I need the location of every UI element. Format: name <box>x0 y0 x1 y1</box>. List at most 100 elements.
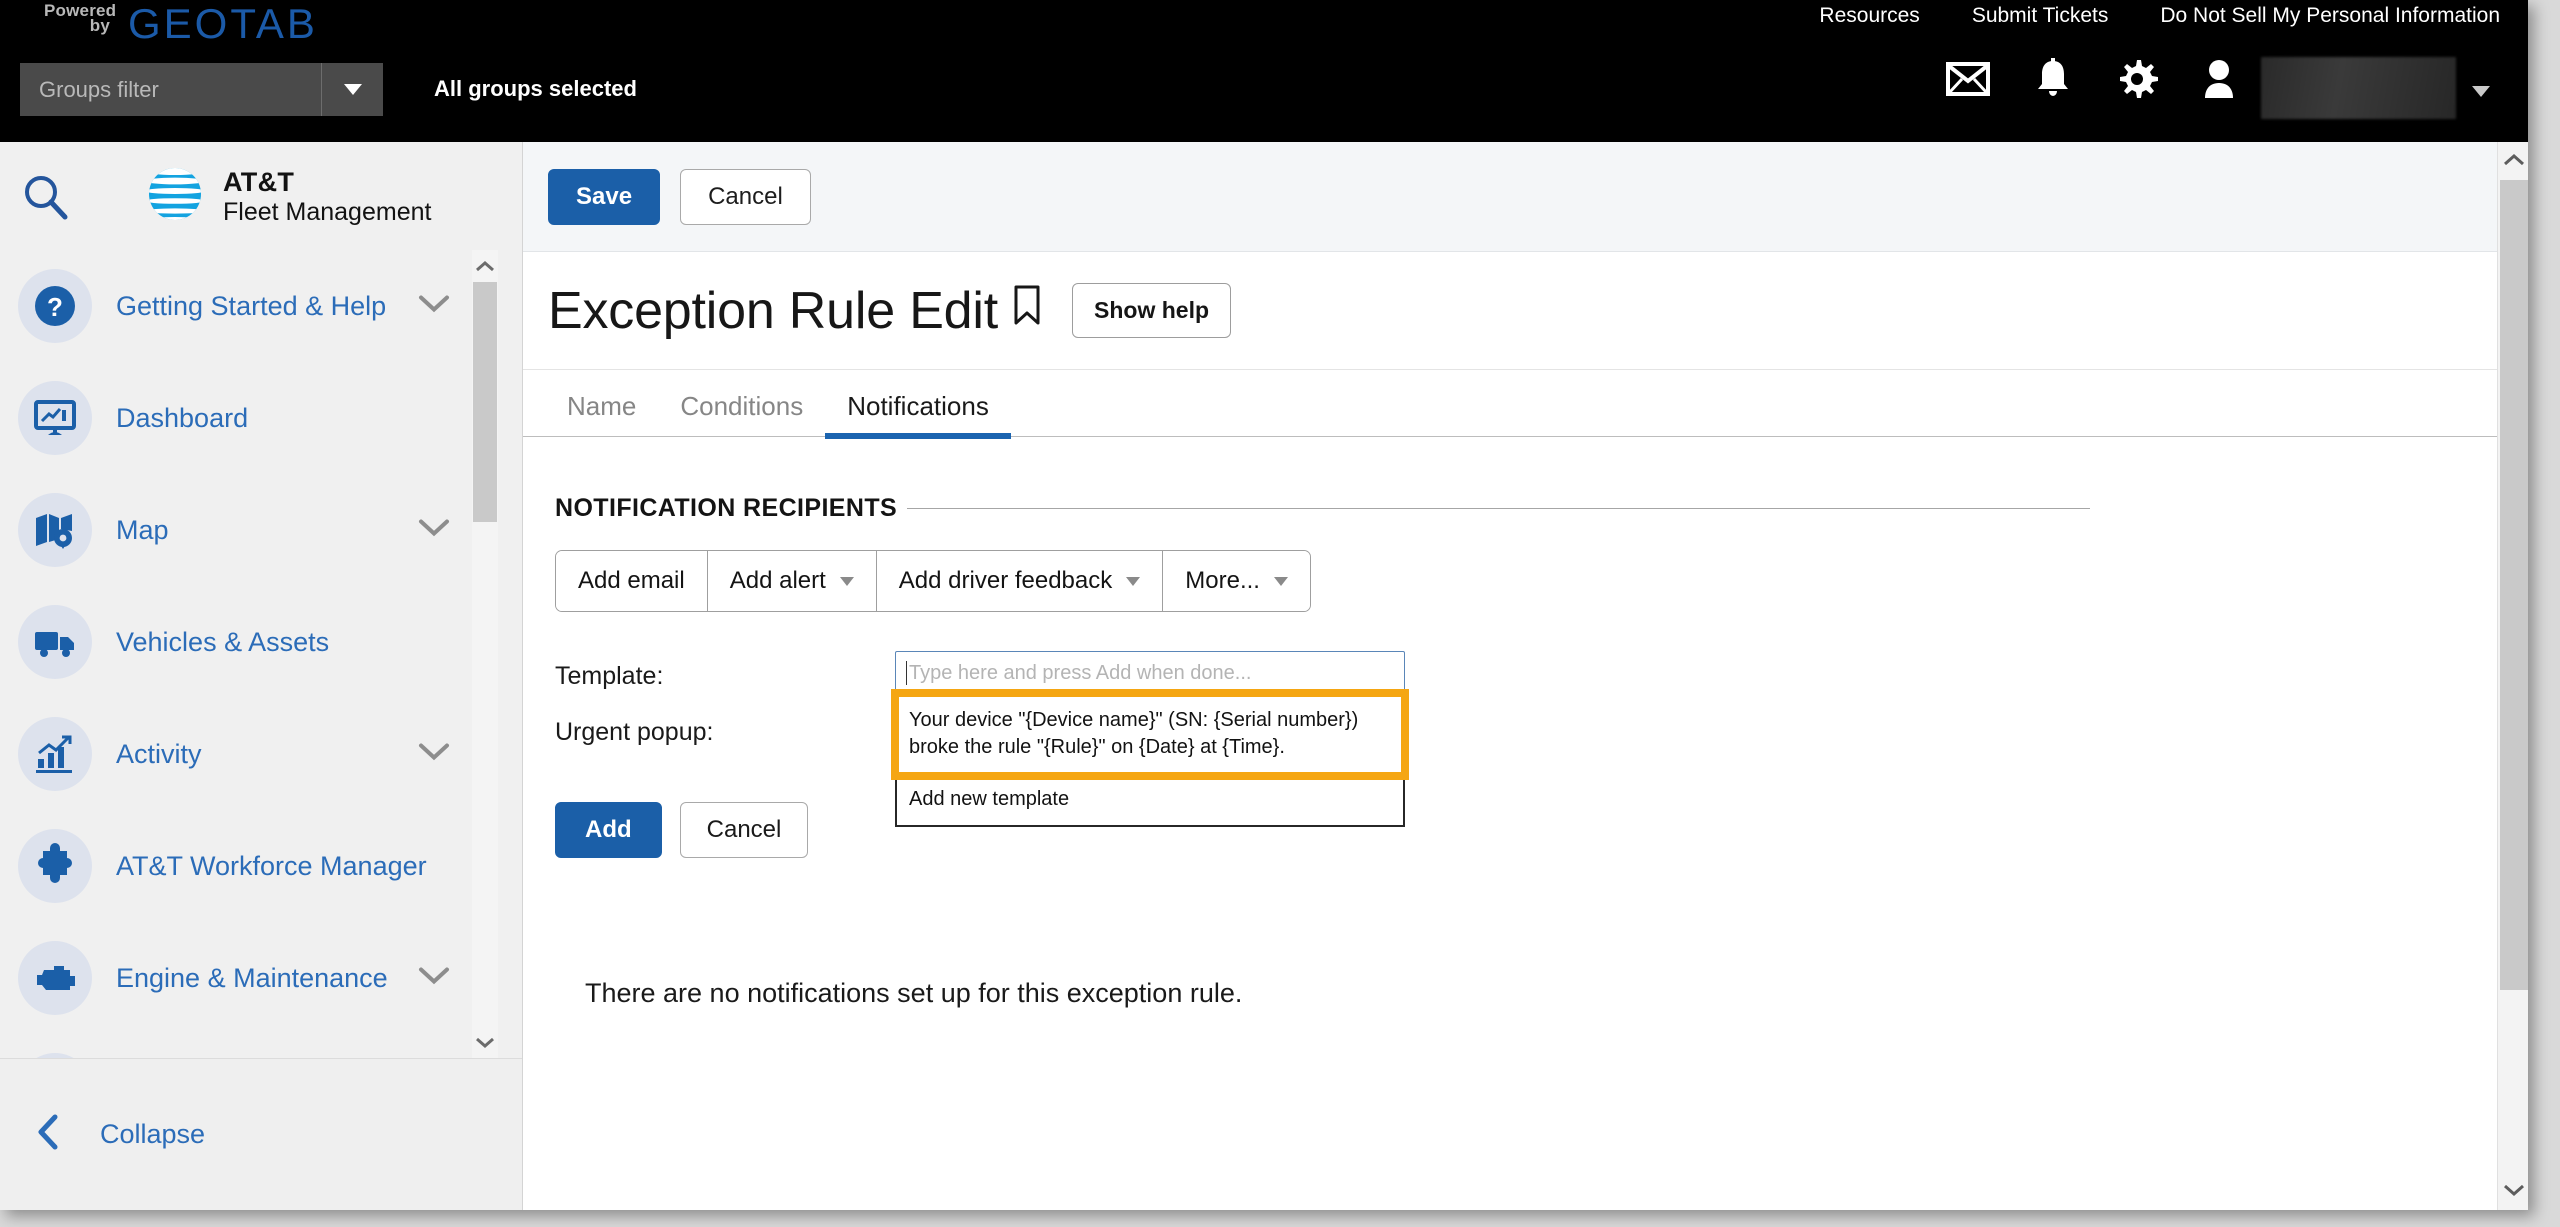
chevron-down-icon[interactable] <box>418 294 450 319</box>
powered-by-label: Powered by <box>44 1 117 35</box>
chevron-down-icon <box>343 84 362 95</box>
add-email-label: Add email <box>578 567 685 594</box>
template-option-default[interactable]: Your device "{Device name}" (SN: {Serial… <box>891 689 1409 780</box>
page-title-text: Exception Rule Edit <box>548 281 999 340</box>
header-nav: Resources Submit Tickets Do Not Sell My … <box>1819 4 2500 28</box>
section-divider <box>907 508 2090 509</box>
chevron-down-icon <box>1273 576 1288 586</box>
scroll-down-icon[interactable] <box>2498 1174 2528 1206</box>
add-email-button[interactable]: Add email <box>556 551 708 611</box>
sidebar-item-engine-maintenance[interactable]: Engine & Maintenance <box>0 922 522 1034</box>
groups-filter[interactable]: Groups filter <box>20 63 383 116</box>
main-content: Save Cancel Exception Rule Edit Show hel… <box>523 142 2528 1210</box>
chevron-left-icon <box>34 1113 62 1156</box>
bell-icon[interactable] <box>2034 58 2072 100</box>
section-title: NOTIFICATION RECIPIENTS <box>555 494 898 522</box>
search-icon[interactable] <box>18 170 72 224</box>
template-label: Template: <box>555 662 664 690</box>
global-header: Powered by GEOTAB Resources Submit Ticket… <box>0 0 2528 142</box>
add-alert-label: Add alert <box>729 567 826 594</box>
show-help-button[interactable]: Show help <box>1072 283 1232 338</box>
truck-icon <box>18 605 92 679</box>
sidebar-scrollbar[interactable] <box>472 250 498 1058</box>
map-icon <box>18 493 92 567</box>
urgent-popup-row: Urgent popup: <box>555 712 2528 768</box>
template-form: Template: Urgent popup: Type here and pr… <box>555 651 2528 858</box>
chevron-down-icon[interactable] <box>418 966 450 991</box>
sidebar-collapse-button[interactable]: Collapse <box>0 1058 522 1210</box>
more-button[interactable]: More... <box>1163 551 1310 611</box>
scroll-up-icon[interactable] <box>472 252 498 280</box>
nav-do-not-sell[interactable]: Do Not Sell My Personal Information <box>2160 4 2500 28</box>
svg-text:?: ? <box>47 292 63 322</box>
empty-state-message: There are no notifications set up for th… <box>585 978 1243 1008</box>
brand-text: AT&T Fleet Management <box>223 167 431 225</box>
more-label: More... <box>1185 567 1260 594</box>
user-name-redacted[interactable] <box>2261 57 2456 119</box>
tab-notifications[interactable]: Notifications <box>825 391 1011 439</box>
template-cancel-button[interactable]: Cancel <box>679 802 809 858</box>
help-circle-icon: ? <box>18 269 92 343</box>
chevron-down-icon[interactable] <box>418 742 450 767</box>
template-actions: Add Cancel <box>555 802 2528 858</box>
tab-name[interactable]: Name <box>545 391 658 436</box>
sidebar-item-getting-started[interactable]: ? Getting Started & Help <box>0 250 522 362</box>
template-input-placeholder: Type here and press Add when done... <box>909 661 1252 684</box>
tab-bar: Name Conditions Notifications <box>523 370 2528 439</box>
user-icon[interactable] <box>2202 58 2236 100</box>
add-alert-button[interactable]: Add alert <box>707 551 877 611</box>
add-button[interactable]: Add <box>555 802 662 858</box>
brand-line-1: AT&T <box>223 167 295 198</box>
page-title-row: Exception Rule Edit Show help <box>523 252 2528 370</box>
sidebar-item-workforce-manager[interactable]: AT&T Workforce Manager <box>0 810 522 922</box>
add-driver-feedback-button[interactable]: Add driver feedback <box>876 551 1164 611</box>
sidebar-item-label: Engine & Maintenance <box>116 962 388 993</box>
bookmark-icon[interactable] <box>1012 281 1042 341</box>
main-scrollbar[interactable] <box>2497 142 2528 1210</box>
sidebar-item-partially-hidden[interactable]: M <box>0 1034 522 1058</box>
att-globe-icon <box>145 164 205 229</box>
engine-icon <box>18 941 92 1015</box>
groups-filter-dropdown-button[interactable] <box>321 63 383 116</box>
left-sidebar: AT&T Fleet Management ? Getting Started … <box>0 142 523 1210</box>
tab-conditions[interactable]: Conditions <box>658 391 825 436</box>
sidebar-scrollbar-thumb[interactable] <box>473 282 497 522</box>
cancel-button[interactable]: Cancel <box>680 168 811 225</box>
template-option-add-new[interactable]: Add new template <box>897 774 1403 825</box>
groups-filter-input[interactable]: Groups filter <box>20 63 321 116</box>
template-combobox: Type here and press Add when done... You… <box>891 651 1409 827</box>
screenshot-frame: Powered by GEOTAB Resources Submit Ticket… <box>0 0 2560 1227</box>
chevron-down-icon <box>1126 576 1141 586</box>
scroll-down-icon[interactable] <box>472 1028 498 1056</box>
sidebar-item-dashboard[interactable]: Dashboard <box>0 362 522 474</box>
notification-recipients-section-header: NOTIFICATION RECIPIENTS <box>555 494 2090 523</box>
nav-submit-tickets[interactable]: Submit Tickets <box>1972 4 2109 28</box>
template-row: Template: <box>555 656 2528 712</box>
urgent-popup-label: Urgent popup: <box>555 718 714 746</box>
add-recipient-button-group: Add email Add alert Add driver feedback … <box>555 550 1311 612</box>
gear-icon[interactable] <box>2116 58 2158 100</box>
att-fleet-brand: AT&T Fleet Management <box>145 164 431 229</box>
chevron-down-icon[interactable] <box>418 518 450 543</box>
sidebar-item-label: Map <box>116 514 169 545</box>
sidebar-item-label: AT&T Workforce Manager <box>116 850 427 881</box>
sidebar-item-label: Vehicles & Assets <box>116 626 330 657</box>
sidebar-nav-list: ? Getting Started & Help Dashboard Map V… <box>0 250 522 1058</box>
sidebar-item-activity[interactable]: Activity <box>0 698 522 810</box>
mail-icon[interactable] <box>1946 62 1990 96</box>
sidebar-item-map[interactable]: Map <box>0 474 522 586</box>
scroll-up-icon[interactable] <box>2498 144 2528 176</box>
notifications-panel: NOTIFICATION RECIPIENTS Add email Add al… <box>523 437 2528 1009</box>
save-button[interactable]: Save <box>548 168 661 225</box>
user-menu-chevron-down-icon[interactable] <box>2472 86 2490 97</box>
nav-resources[interactable]: Resources <box>1819 4 1919 28</box>
sidebar-item-label: Activity <box>116 738 202 769</box>
main-scrollbar-thumb[interactable] <box>2500 180 2528 990</box>
page-title: Exception Rule Edit <box>548 281 1042 341</box>
dashboard-icon <box>18 381 92 455</box>
template-input[interactable]: Type here and press Add when done... <box>895 651 1405 695</box>
sidebar-item-vehicles-assets[interactable]: Vehicles & Assets <box>0 586 522 698</box>
puzzle-icon <box>18 829 92 903</box>
action-bar: Save Cancel <box>523 142 2528 252</box>
header-icon-group <box>1946 58 2236 100</box>
